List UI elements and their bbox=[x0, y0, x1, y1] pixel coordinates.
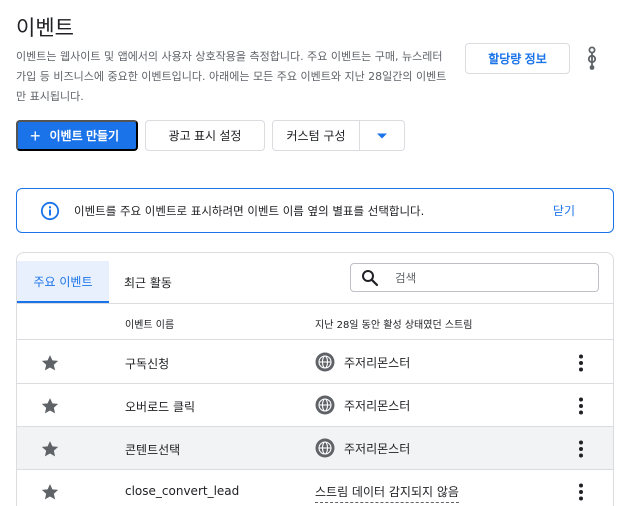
more-vert-icon[interactable] bbox=[577, 439, 585, 459]
no-stream-data-status[interactable]: 스트림 데이터 감지되지 않음 bbox=[315, 483, 459, 503]
more-vert-icon[interactable] bbox=[577, 482, 585, 502]
events-card: 주요 이벤트 최근 활동 이벤트 이름 지난 28일 동안 활성 상태였던 스트… bbox=[16, 252, 614, 506]
table-header: 이벤트 이름 지난 28일 동안 활성 상태였던 스트림 bbox=[17, 304, 613, 340]
bookmark-manager-icon[interactable] bbox=[583, 46, 601, 72]
plus-icon: + bbox=[30, 125, 41, 146]
more-vert-icon[interactable] bbox=[577, 353, 585, 373]
info-banner-message: 이벤트를 주요 이벤트로 표시하려면 이벤트 이름 옆의 별표를 선택합니다. bbox=[74, 203, 425, 218]
stream-name: 주저리몬스터 bbox=[344, 355, 411, 370]
table-row: 구독신청 주저리몬스터 bbox=[17, 341, 613, 384]
globe-icon bbox=[315, 438, 335, 458]
create-event-button[interactable]: + 이벤트 만들기 bbox=[16, 120, 138, 151]
table-row: 콘텐트선택 주저리몬스터 bbox=[17, 427, 613, 470]
globe-icon bbox=[315, 395, 335, 415]
event-name[interactable]: 오버로드 클릭 bbox=[125, 398, 195, 415]
search-icon bbox=[362, 269, 379, 286]
custom-config-dropdown[interactable] bbox=[360, 121, 404, 150]
search-input[interactable] bbox=[395, 270, 575, 285]
star-icon[interactable] bbox=[40, 353, 60, 373]
table-row: 오버로드 클릭 주저리몬스터 bbox=[17, 384, 613, 427]
globe-icon bbox=[315, 352, 335, 372]
custom-config-split-button: 커스텀 구성 bbox=[272, 120, 405, 151]
page-title: 이벤트 bbox=[16, 16, 74, 40]
caret-down-icon bbox=[377, 133, 387, 138]
stream-name: 주저리몬스터 bbox=[344, 398, 411, 413]
tab-recent-activity[interactable]: 최근 활동 bbox=[109, 261, 187, 303]
table-row: close_convert_lead 스트림 데이터 감지되지 않음 bbox=[17, 470, 613, 506]
column-header-active-stream: 지난 28일 동안 활성 상태였던 스트림 bbox=[315, 320, 473, 331]
event-name[interactable]: close_convert_lead bbox=[125, 484, 239, 498]
page-description: 이벤트는 웹사이트 및 앱에서의 사용자 상호작용을 측정합니다. 주요 이벤트… bbox=[16, 50, 447, 103]
quota-info-button[interactable]: 할당량 정보 bbox=[465, 43, 570, 74]
stream-cell: 주저리몬스터 bbox=[315, 352, 410, 372]
stream-cell: 주저리몬스터 bbox=[315, 438, 410, 458]
star-icon[interactable] bbox=[40, 396, 60, 416]
star-icon[interactable] bbox=[40, 439, 60, 459]
star-icon[interactable] bbox=[40, 482, 60, 502]
create-event-label: 이벤트 만들기 bbox=[49, 129, 120, 143]
stream-name: 주저리몬스터 bbox=[344, 441, 411, 456]
custom-config-button[interactable]: 커스텀 구성 bbox=[273, 121, 360, 150]
stream-cell: 주저리몬스터 bbox=[315, 395, 410, 415]
event-name[interactable]: 구독신청 bbox=[125, 355, 169, 372]
event-name[interactable]: 콘텐트선택 bbox=[125, 441, 180, 458]
ad-display-settings-button[interactable]: 광고 표시 설정 bbox=[145, 120, 265, 151]
info-icon bbox=[40, 201, 60, 220]
close-banner-link[interactable]: 닫기 bbox=[553, 202, 575, 219]
tab-key-events[interactable]: 주요 이벤트 bbox=[17, 261, 109, 303]
column-header-event-name: 이벤트 이름 bbox=[125, 320, 175, 331]
search-box bbox=[350, 263, 599, 292]
more-vert-icon[interactable] bbox=[577, 396, 585, 416]
info-banner: 이벤트를 주요 이벤트로 표시하려면 이벤트 이름 옆의 별표를 선택합니다. … bbox=[16, 188, 614, 233]
